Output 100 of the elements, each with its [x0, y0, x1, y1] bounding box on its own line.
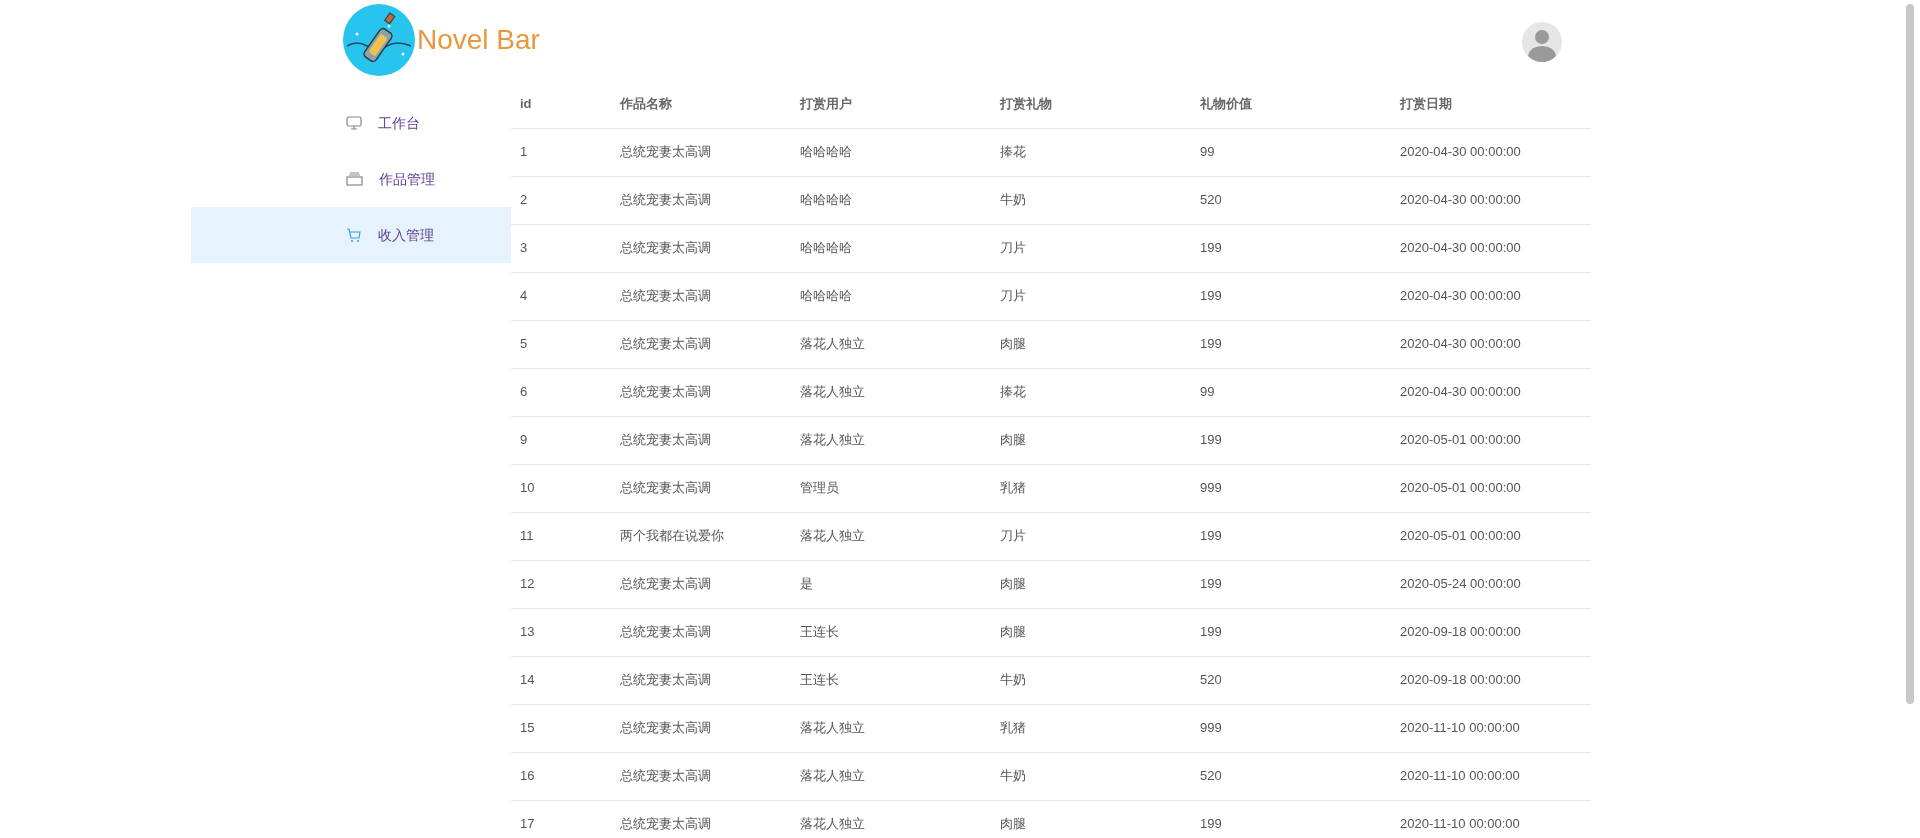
table-cell: 总统宠妻太高调 — [611, 320, 791, 368]
table-cell: 管理员 — [791, 464, 991, 512]
table-cell: 2020-04-30 00:00:00 — [1391, 320, 1591, 368]
table-cell: 落花人独立 — [791, 416, 991, 464]
table-cell: 17 — [511, 800, 611, 838]
table-cell: 王连长 — [791, 608, 991, 656]
table-cell: 总统宠妻太高调 — [611, 416, 791, 464]
table-cell: 总统宠妻太高调 — [611, 128, 791, 176]
column-header: 打赏日期 — [1391, 80, 1591, 128]
table-cell: 999 — [1191, 464, 1391, 512]
table-cell: 肉腿 — [991, 608, 1191, 656]
table-cell: 2020-11-10 00:00:00 — [1391, 704, 1591, 752]
monitor-icon — [346, 115, 362, 131]
table-cell: 520 — [1191, 752, 1391, 800]
cart-icon — [346, 227, 362, 243]
table-cell: 总统宠妻太高调 — [611, 800, 791, 838]
table-cell: 2020-11-10 00:00:00 — [1391, 752, 1591, 800]
table-cell: 199 — [1191, 320, 1391, 368]
table-cell: 总统宠妻太高调 — [611, 560, 791, 608]
column-header: 礼物价值 — [1191, 80, 1391, 128]
bottle-logo-icon — [343, 4, 415, 76]
avatar-icon — [1522, 22, 1562, 62]
table-cell: 11 — [511, 512, 611, 560]
table-cell: 1 — [511, 128, 611, 176]
brand-title: Novel Bar — [417, 23, 540, 57]
table-cell: 16 — [511, 752, 611, 800]
table-cell: 2020-04-30 00:00:00 — [1391, 224, 1591, 272]
scrollbar[interactable] — [1906, 4, 1914, 704]
table-cell: 总统宠妻太高调 — [611, 368, 791, 416]
table-cell: 王连长 — [791, 656, 991, 704]
table-cell: 乳猪 — [991, 704, 1191, 752]
table-cell: 落花人独立 — [791, 704, 991, 752]
table-cell: 12 — [511, 560, 611, 608]
table-cell: 2020-05-24 00:00:00 — [1391, 560, 1591, 608]
table-cell: 总统宠妻太高调 — [611, 272, 791, 320]
table-cell: 总统宠妻太高调 — [611, 608, 791, 656]
table-cell: 肉腿 — [991, 560, 1191, 608]
table-cell: 2020-05-01 00:00:00 — [1391, 416, 1591, 464]
column-header: 打赏礼物 — [991, 80, 1191, 128]
table-cell: 3 — [511, 224, 611, 272]
table-cell: 落花人独立 — [791, 320, 991, 368]
table-cell: 牛奶 — [991, 752, 1191, 800]
table-cell: 99 — [1191, 368, 1391, 416]
table-cell: 牛奶 — [991, 176, 1191, 224]
table-cell: 10 — [511, 464, 611, 512]
column-header: 作品名称 — [611, 80, 791, 128]
table-cell: 肉腿 — [991, 800, 1191, 838]
table-cell: 199 — [1191, 512, 1391, 560]
table-cell: 2020-04-30 00:00:00 — [1391, 176, 1591, 224]
table-cell: 两个我都在说爱你 — [611, 512, 791, 560]
table-cell: 2020-04-30 00:00:00 — [1391, 272, 1591, 320]
table-cell: 14 — [511, 656, 611, 704]
table-cell: 9 — [511, 416, 611, 464]
table-cell: 落花人独立 — [791, 800, 991, 838]
table-cell: 肉腿 — [991, 320, 1191, 368]
table-cell: 总统宠妻太高调 — [611, 176, 791, 224]
sidebar-item[interactable]: 收入管理 — [191, 207, 511, 263]
table-cell: 15 — [511, 704, 611, 752]
table-cell: 总统宠妻太高调 — [611, 752, 791, 800]
table-cell: 乳猪 — [991, 464, 1191, 512]
table-cell: 总统宠妻太高调 — [611, 464, 791, 512]
table-cell: 2020-09-18 00:00:00 — [1391, 608, 1591, 656]
table-cell: 2020-04-30 00:00:00 — [1391, 128, 1591, 176]
table-cell: 总统宠妻太高调 — [611, 704, 791, 752]
table-cell: 肉腿 — [991, 416, 1191, 464]
table-cell: 2020-11-10 00:00:00 — [1391, 800, 1591, 838]
table-cell: 2020-09-18 00:00:00 — [1391, 656, 1591, 704]
table-cell: 2 — [511, 176, 611, 224]
table-cell: 4 — [511, 272, 611, 320]
tray-icon — [346, 172, 363, 186]
table-cell: 哈哈哈哈 — [791, 224, 991, 272]
table-cell: 刀片 — [991, 512, 1191, 560]
table-cell: 落花人独立 — [791, 512, 991, 560]
table-cell: 落花人独立 — [791, 368, 991, 416]
table-cell: 199 — [1191, 272, 1391, 320]
table-cell: 哈哈哈哈 — [791, 272, 991, 320]
table-cell: 哈哈哈哈 — [791, 176, 991, 224]
table-cell: 总统宠妻太高调 — [611, 224, 791, 272]
table-cell: 520 — [1191, 176, 1391, 224]
table-cell: 落花人独立 — [791, 752, 991, 800]
table-cell: 总统宠妻太高调 — [611, 656, 791, 704]
table-cell: 捧花 — [991, 368, 1191, 416]
column-header: id — [511, 80, 611, 128]
table-cell: 199 — [1191, 560, 1391, 608]
table-cell: 牛奶 — [991, 656, 1191, 704]
table-cell: 199 — [1191, 800, 1391, 838]
sidebar-item[interactable]: 工作台 — [191, 95, 511, 151]
table-cell: 哈哈哈哈 — [791, 128, 991, 176]
table-cell: 是 — [791, 560, 991, 608]
table-cell: 2020-05-01 00:00:00 — [1391, 464, 1591, 512]
table-cell: 99 — [1191, 128, 1391, 176]
table-cell: 刀片 — [991, 272, 1191, 320]
table-cell: 999 — [1191, 704, 1391, 752]
table-cell: 6 — [511, 368, 611, 416]
table-cell: 刀片 — [991, 224, 1191, 272]
table-cell: 2020-05-01 00:00:00 — [1391, 512, 1591, 560]
table-cell: 520 — [1191, 656, 1391, 704]
column-header: 打赏用户 — [791, 80, 991, 128]
sidebar-item[interactable]: 作品管理 — [191, 151, 511, 207]
table-cell: 199 — [1191, 416, 1391, 464]
